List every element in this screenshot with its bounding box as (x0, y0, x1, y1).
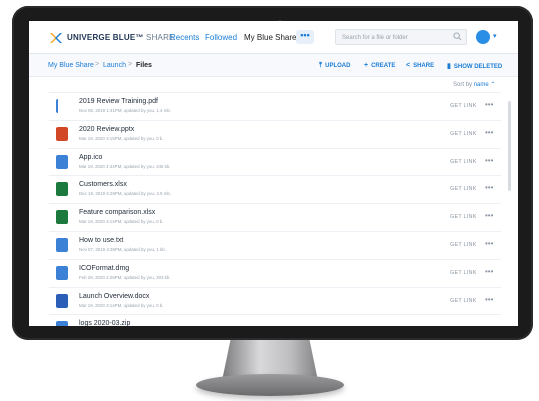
doc-file-icon (56, 237, 68, 252)
get-link-button[interactable]: GET LINK (450, 270, 477, 276)
show-deleted-label: SHOW DELETED (453, 64, 503, 70)
doc-file-icon (56, 154, 68, 169)
row-more-icon[interactable]: ••• (485, 183, 493, 192)
share-button[interactable]: < SHARE (406, 62, 434, 69)
brand-title: UNIVERGE BLUE (67, 33, 136, 42)
file-row[interactable]: How to use.txt Nov 07, 2019 4:36PM, updat… (49, 230, 501, 259)
docx-file-icon (56, 293, 68, 308)
file-row[interactable]: 2019 Review Training.pdf Nov 06, 2019 1:4… (49, 92, 501, 120)
brand-name: UNIVERGE BLUE™ SHARE (67, 33, 175, 42)
file-list: 2019 Review Training.pdf Nov 06, 2019 1:4… (49, 92, 501, 326)
share-label: SHARE (413, 63, 435, 69)
file-name[interactable]: logs 2020-03.zip (79, 320, 130, 326)
sort-value: name (473, 82, 489, 88)
file-meta: Mar 19, 2020 3:14PM, updated by you, 0 b… (79, 219, 164, 225)
file-meta: Mar 19, 2020 3:14PM, updated by you, 0 b… (79, 302, 164, 308)
plus-icon: + (364, 62, 369, 69)
breadcrumb-files: Files (136, 62, 152, 69)
xlsx-file-icon (56, 210, 68, 225)
file-name[interactable]: ICOFormat.dmg (79, 265, 129, 272)
chevron-up-icon: ⌃ (490, 82, 496, 88)
show-deleted-button[interactable]: ▮ SHOW DELETED (447, 62, 502, 70)
get-link-button[interactable]: GET LINK (450, 159, 477, 165)
file-meta: Mar 19, 2020 4:44PM, updated by you, 345… (79, 163, 171, 169)
row-more-icon[interactable]: ••• (485, 211, 493, 220)
user-avatar[interactable] (476, 30, 490, 44)
nav-followed[interactable]: Followed (205, 33, 237, 42)
pdf-file-icon (56, 99, 70, 113)
get-link-button[interactable]: GET LINK (450, 242, 477, 248)
file-row[interactable]: 2020 Review.pptx Mar 19, 2020 3:15PM, upd… (49, 119, 501, 148)
file-name[interactable]: App.ico (79, 154, 102, 161)
breadcrumb-launch[interactable]: Launch (103, 62, 126, 69)
trash-icon: ▮ (447, 63, 451, 70)
monitor-base (196, 374, 344, 396)
file-row[interactable]: App.ico Mar 19, 2020 4:44PM, updated by y… (49, 147, 501, 176)
row-more-icon[interactable]: ••• (485, 267, 493, 276)
file-meta: Mar 19, 2020 3:15PM, updated by you, 0 b… (79, 135, 164, 141)
file-name[interactable]: 2019 Review Training.pdf (79, 98, 158, 105)
nav-recents[interactable]: Recents (170, 33, 199, 42)
breadcrumb-bar: My Blue Share > Launch > Files ⤒ UPLOAD +… (29, 54, 518, 77)
sort-control[interactable]: Sort by name ⌃ (453, 81, 495, 88)
brand-tm: ™ (135, 33, 144, 42)
app-window: UNIVERGE BLUE™ SHARE Recents Followed My… (29, 21, 518, 326)
get-link-button[interactable]: GET LINK (450, 298, 477, 304)
zip-file-icon (56, 321, 68, 326)
nav-more-button[interactable]: ••• (296, 30, 314, 44)
row-more-icon[interactable]: ••• (485, 128, 493, 137)
breadcrumb-my-blue-share[interactable]: My Blue Share (48, 62, 94, 69)
file-row[interactable]: Customers.xlsx Dec 19, 2019 6:26PM, updat… (49, 175, 501, 203)
file-meta: Nov 06, 2019 1:41PM, updated by you, 1.4… (79, 108, 172, 113)
file-name[interactable]: 2020 Review.pptx (79, 126, 134, 133)
search-input[interactable]: Search for a file or folder (335, 29, 467, 45)
xlsx-file-icon (56, 182, 68, 197)
search-icon[interactable] (453, 32, 462, 41)
create-button[interactable]: + CREATE (364, 62, 395, 69)
top-bar: UNIVERGE BLUE™ SHARE Recents Followed My… (29, 21, 518, 54)
get-link-button[interactable]: GET LINK (450, 131, 477, 137)
create-label: CREATE (371, 63, 396, 69)
file-row[interactable]: logs 2020-03.zip (49, 314, 501, 326)
file-row[interactable]: ICOFormat.dmg Feb 28, 2020 2:28PM, update… (49, 258, 501, 287)
upload-label: UPLOAD (325, 63, 351, 69)
get-link-button[interactable]: GET LINK (450, 186, 477, 192)
file-row[interactable]: Feature comparison.xlsx Mar 19, 2020 3:14… (49, 203, 501, 231)
sort-label: Sort by (453, 82, 473, 88)
doc-file-icon (56, 265, 68, 280)
file-row[interactable]: Launch Overview.docx Mar 19, 2020 3:14PM,… (49, 286, 501, 315)
pptx-file-icon (56, 126, 68, 141)
breadcrumb-separator-icon: > (128, 61, 133, 68)
get-link-button[interactable]: GET LINK (450, 214, 477, 220)
file-meta: Dec 19, 2019 6:26PM, updated by you, 4.9… (79, 191, 172, 197)
row-more-icon[interactable]: ••• (485, 156, 493, 165)
upload-button[interactable]: ⤒ UPLOAD (319, 62, 350, 70)
share-icon: < (406, 62, 411, 69)
row-more-icon[interactable]: ••• (485, 239, 493, 248)
row-more-icon[interactable]: ••• (485, 295, 493, 304)
file-meta: Feb 28, 2020 2:28PM, updated by you, 303… (79, 274, 171, 280)
file-name[interactable]: Launch Overview.docx (79, 293, 149, 300)
file-name[interactable]: Feature comparison.xlsx (79, 209, 155, 216)
breadcrumb-separator-icon: > (95, 61, 100, 68)
row-more-icon[interactable]: ••• (485, 100, 493, 109)
get-link-button[interactable]: GET LINK (450, 103, 477, 109)
upload-icon: ⤒ (319, 62, 323, 69)
nav-my-blue-share[interactable]: My Blue Share (244, 33, 296, 42)
univerge-logo-icon (50, 33, 62, 43)
scrollbar[interactable] (508, 101, 511, 191)
file-name[interactable]: Customers.xlsx (79, 181, 127, 188)
chevron-down-icon[interactable]: ▾ (493, 32, 497, 40)
file-name[interactable]: How to use.txt (79, 237, 123, 244)
file-meta: Nov 07, 2019 4:36PM, updated by you, 1 k… (79, 246, 166, 252)
